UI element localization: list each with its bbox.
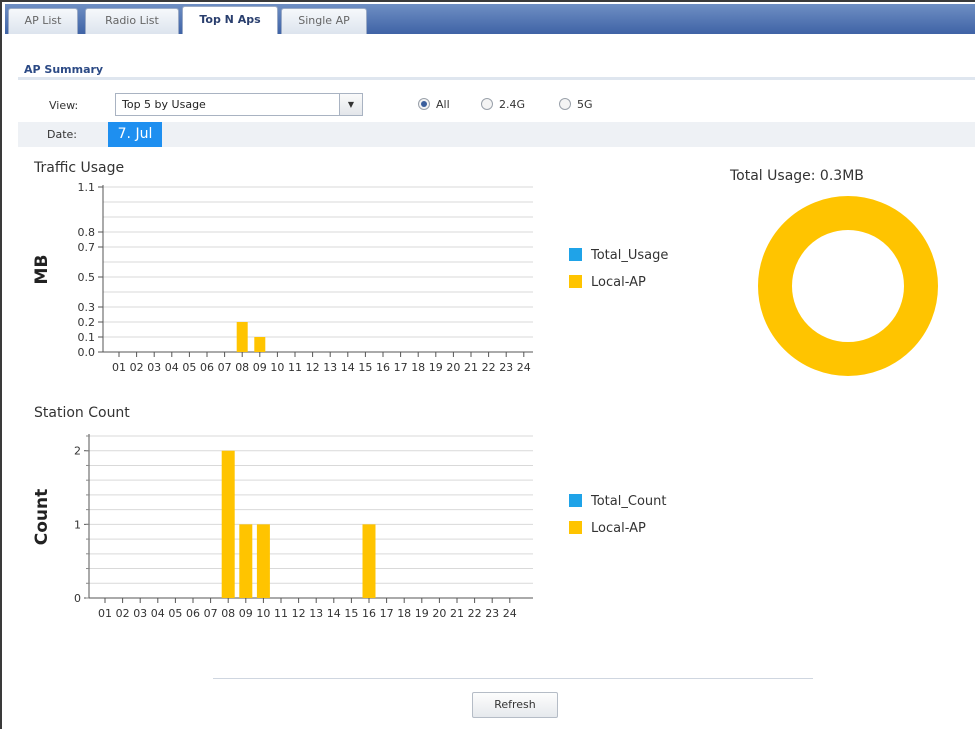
legend-local-ap-count-label: Local-AP: [591, 521, 646, 536]
legend-total-count: Total_Count: [569, 494, 666, 509]
tab-top-n-aps[interactable]: Top N Aps: [182, 6, 278, 34]
band-5g-radio[interactable]: [559, 98, 571, 110]
legend-local-ap: Local-AP: [569, 275, 646, 290]
tab-radio-list[interactable]: Radio List: [85, 8, 179, 34]
band-24g-label: 2.4G: [499, 98, 526, 111]
legend-local-ap-label: Local-AP: [591, 275, 646, 290]
chevron-down-icon[interactable]: ▼: [339, 94, 362, 115]
band-24g-radio[interactable]: [481, 98, 493, 110]
footer-divider: [213, 678, 813, 679]
date-selector[interactable]: 7. Jul: [108, 122, 162, 147]
refresh-button[interactable]: Refresh: [472, 692, 558, 718]
view-select[interactable]: Top 5 by Usage ▼: [115, 93, 363, 116]
view-select-value: Top 5 by Usage: [122, 98, 206, 111]
legend-total-count-label: Total_Count: [591, 494, 667, 509]
tab-bar: AP List Radio List Top N Aps Single AP: [5, 4, 975, 34]
section-title: AP Summary: [24, 63, 104, 76]
view-label: View:: [49, 99, 79, 112]
tab-ap-list[interactable]: AP List: [8, 8, 78, 34]
station-chart-title: Station Count: [34, 405, 130, 421]
band-5g-label: 5G: [577, 98, 593, 111]
band-all-label: All: [436, 98, 450, 111]
legend-total-usage-label: Total_Usage: [591, 248, 669, 263]
band-all-radio[interactable]: [418, 98, 430, 110]
legend-swatch-local-ap: [569, 275, 582, 288]
legend-total-usage: Total_Usage: [569, 248, 668, 263]
legend-swatch-local-ap-count: [569, 521, 582, 534]
legend-local-ap-count: Local-AP: [569, 521, 646, 536]
legend-swatch-total-count: [569, 494, 582, 507]
section-divider: [18, 77, 975, 80]
legend-swatch-total: [569, 248, 582, 261]
date-label: Date:: [47, 128, 77, 141]
traffic-chart-title: Traffic Usage: [34, 160, 125, 176]
tab-single-ap[interactable]: Single AP: [281, 8, 367, 34]
total-usage-title: Total Usage: 0.3MB: [730, 168, 864, 184]
